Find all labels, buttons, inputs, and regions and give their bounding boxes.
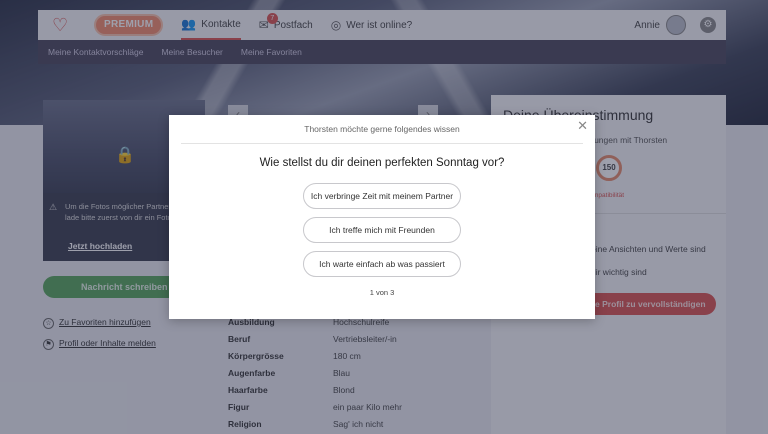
answer-button-friends[interactable]: Ich treffe mich mit Freunden	[303, 217, 461, 243]
modal-header: Thorsten möchte gerne folgendes wissen	[304, 124, 460, 134]
modal-divider	[181, 143, 583, 144]
question-modal: Thorsten möchte gerne folgendes wissen ✕…	[169, 115, 595, 319]
modal-question: Wie stellst du dir deinen perfekten Sonn…	[259, 157, 505, 169]
answer-button-partner[interactable]: Ich verbringe Zeit mit meinem Partner	[303, 183, 461, 209]
close-icon[interactable]: ✕	[577, 118, 588, 134]
answer-button-wait[interactable]: Ich warte einfach ab was passiert	[303, 251, 461, 277]
question-pager: 1 von 3	[369, 288, 395, 297]
